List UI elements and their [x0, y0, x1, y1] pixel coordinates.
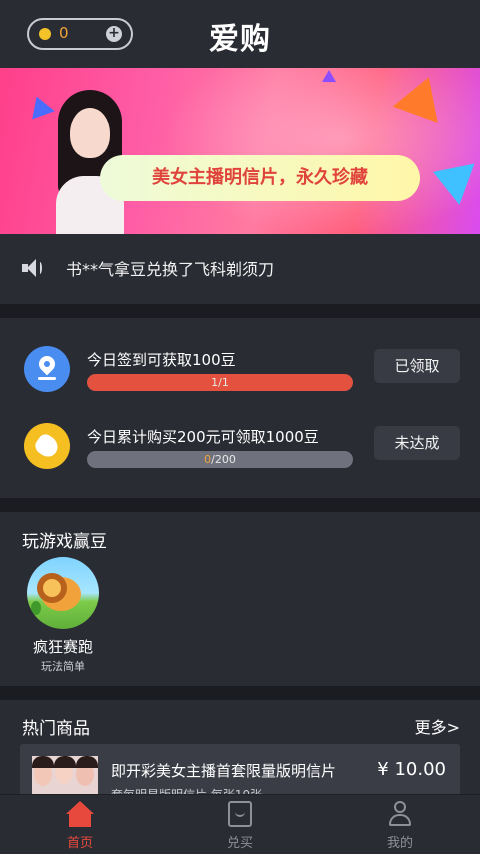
section-title: 玩游戏赢豆: [22, 532, 107, 552]
section-title: 热门商品: [22, 719, 90, 739]
tab-redeem[interactable]: 兑买: [160, 795, 320, 854]
task-title: 今日签到可获取100豆: [87, 351, 236, 369]
coin-icon: [39, 28, 51, 40]
tab-label: 首页: [66, 836, 93, 851]
not-reached-button[interactable]: 未达成: [374, 426, 460, 460]
product-price: ¥ 10.00: [377, 759, 446, 780]
hot-products-section: 热门商品 更多> 即开彩美女主播首套限量版明信片 套每明星版明信片 每张10张 …: [0, 700, 480, 800]
task-progress-label: 0/200: [87, 451, 353, 468]
top-header: 0 + 爱购: [0, 0, 480, 68]
tab-label: 我的: [386, 836, 413, 851]
tab-label: 兑买: [226, 836, 253, 851]
banner-caption-pill: 美女主播明信片，永久珍藏: [100, 155, 420, 201]
speaker-icon: [22, 259, 44, 277]
bottom-tab-bar: 首页 兑买 我的: [0, 794, 480, 854]
task-progress-bar: 1/1: [87, 374, 353, 391]
bean-icon: [24, 423, 70, 469]
banner-caption: 美女主播明信片，永久珍藏: [152, 167, 368, 188]
daily-tasks: 今日签到可获取100豆 1/1 已领取 今日累计购买200元可领取1000豆 0…: [0, 318, 480, 498]
coin-balance-value: 0: [59, 24, 69, 42]
add-coins-icon[interactable]: +: [106, 26, 122, 42]
user-icon: [388, 801, 412, 827]
task-title: 今日累计购买200元可领取1000豆: [87, 428, 319, 446]
claimed-button[interactable]: 已领取: [374, 349, 460, 383]
game-name[interactable]: 疯狂赛跑: [16, 636, 110, 657]
more-link[interactable]: 更多>: [415, 714, 460, 738]
promo-banner[interactable]: 美女主播明信片，永久珍藏: [0, 68, 480, 234]
tab-mine[interactable]: 我的: [320, 795, 480, 854]
task-progress-label: 1/1: [211, 376, 229, 389]
home-icon: [66, 801, 94, 827]
notice-text: 书**气拿豆兑换了飞科剃须刀: [66, 260, 275, 279]
task-checkin: 今日签到可获取100豆 1/1 已领取: [0, 346, 480, 426]
games-section: 玩游戏赢豆 疯狂赛跑 玩法简单: [0, 512, 480, 686]
task-progress-total: /200: [211, 453, 236, 466]
coin-balance-pill[interactable]: 0 +: [27, 18, 133, 50]
decor-triangle: [322, 70, 336, 82]
decor-triangle: [25, 92, 55, 120]
task-purchase: 今日累计购买200元可领取1000豆 0/200 未达成: [0, 423, 480, 503]
task-progress-bar: 0/200: [87, 451, 353, 468]
lion-game-icon[interactable]: [27, 557, 99, 629]
redeem-notice-bar: 书**气拿豆兑换了飞科剃须刀: [0, 234, 480, 304]
location-pin-icon: [24, 346, 70, 392]
game-subtitle: 玩法简单: [41, 660, 85, 673]
shopping-bag-icon: [228, 801, 252, 827]
app-logo: 爱购: [209, 22, 271, 57]
product-item[interactable]: 即开彩美女主播首套限量版明信片 套每明星版明信片 每张10张 ¥ 10.00: [20, 744, 460, 800]
tab-home[interactable]: 首页: [0, 795, 160, 854]
product-name: 即开彩美女主播首套限量版明信片: [111, 762, 337, 780]
